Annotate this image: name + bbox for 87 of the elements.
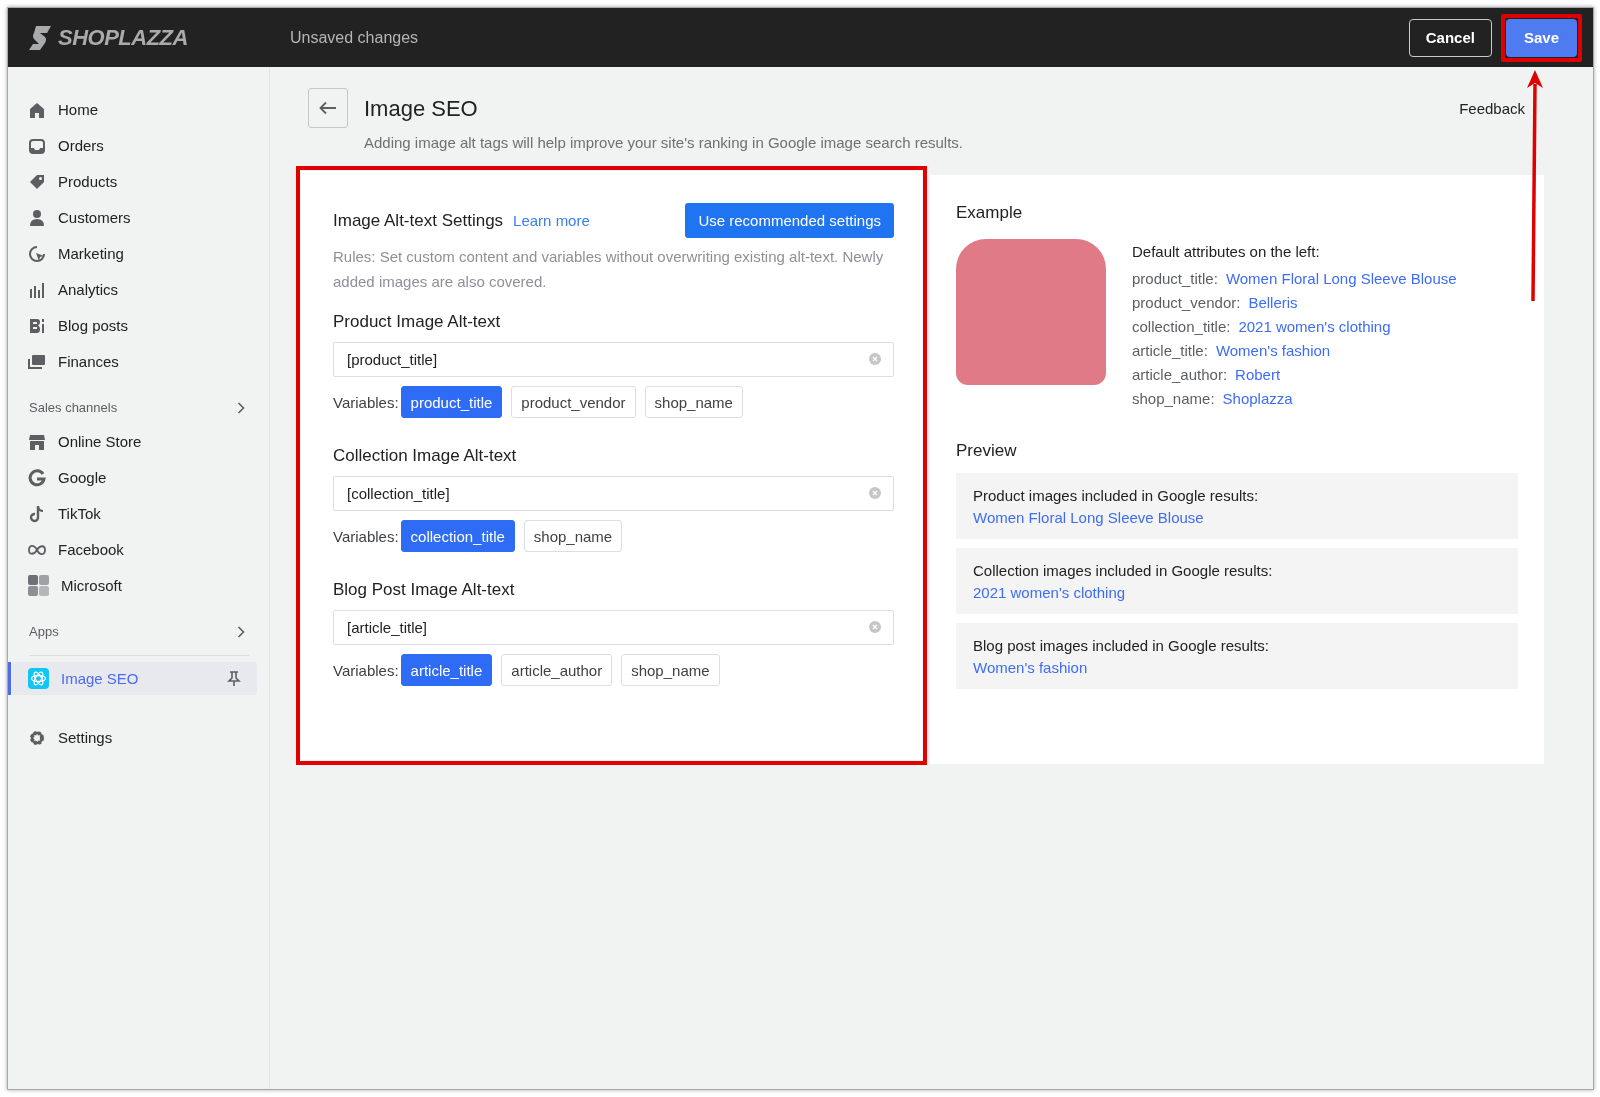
rules-text: Rules: Set custom content and variables without overwriting existing alt-text. Newly added images are also covered. xyxy=(333,247,885,292)
attribute-value: Shoplazza xyxy=(1222,390,1293,407)
attribute-value: Belleris xyxy=(1248,294,1298,311)
attribute-value: Women Floral Long Sleeve Blouse xyxy=(1225,270,1457,287)
brand-name: SHOPLAZZA xyxy=(58,24,188,51)
variables-label: Variables: xyxy=(333,393,399,411)
target-cursor-icon xyxy=(28,244,46,263)
nav-item[interactable]: Analytics xyxy=(8,273,257,306)
attribute-name: product_vendor: xyxy=(1132,294,1241,311)
page-subtitle: Adding image alt tags will help improve your site's ranking in Google image search results. xyxy=(364,134,964,151)
preview-value: Women Floral Long Sleeve Blouse xyxy=(973,508,1205,528)
page-title: Image SEO xyxy=(364,96,479,122)
variable-chip[interactable]: shop_name xyxy=(644,386,743,418)
preview-label: Blog post images included in Google results: xyxy=(973,636,1270,656)
chevron-right-icon xyxy=(237,401,245,414)
variable-chip[interactable]: article_author xyxy=(501,654,613,686)
cancel-button[interactable]: Cancel xyxy=(1408,18,1492,57)
recommended-settings-button[interactable]: Use recommended settings xyxy=(685,203,894,238)
nav-item[interactable]: Blog posts xyxy=(8,309,257,342)
attribute-value: Women's fashion xyxy=(1215,342,1331,359)
atom-app-icon xyxy=(28,668,49,689)
nav-item[interactable]: Home xyxy=(8,93,257,126)
attribute-name: article_author: xyxy=(1132,366,1228,383)
chevron-right-icon xyxy=(237,625,245,638)
nav-item[interactable]: Facebook xyxy=(8,533,257,566)
card-title: Image Alt-text Settings xyxy=(333,210,504,231)
nav-item[interactable]: TikTok xyxy=(8,497,257,530)
variable-chip[interactable]: shop_name xyxy=(621,654,720,686)
section-title: Example xyxy=(956,203,1024,223)
nav-item[interactable]: Customers xyxy=(8,201,257,234)
clear-icon xyxy=(869,487,881,499)
variable-chip[interactable]: product_title xyxy=(400,386,503,418)
bar-chart-icon xyxy=(28,280,46,299)
inbox-icon xyxy=(28,136,46,155)
learn-more-link[interactable]: Learn more xyxy=(513,212,590,229)
field-label: Collection Image Alt-text xyxy=(333,446,518,466)
letter-g-icon xyxy=(28,468,46,487)
section-heading: Sales channels xyxy=(29,400,118,415)
four-squares-icon xyxy=(28,575,49,596)
alt-text-field[interactable]: [collection_title] xyxy=(333,476,894,511)
back-button[interactable] xyxy=(308,88,348,128)
alt-text-field[interactable]: [article_title] xyxy=(333,610,894,645)
preview-label: Collection images included in Google results: xyxy=(973,561,1274,581)
clear-icon xyxy=(869,353,881,365)
person-icon xyxy=(28,208,46,227)
arrow-left-icon xyxy=(319,101,337,115)
nav-item[interactable]: Marketing xyxy=(8,237,257,270)
attribute-value: Robert xyxy=(1235,366,1281,383)
attribute-name: collection_title: xyxy=(1132,318,1231,335)
nav-item[interactable]: Orders xyxy=(8,129,257,162)
attribute-name: product_title: xyxy=(1132,270,1218,287)
field-label: Product Image Alt-text xyxy=(333,312,502,332)
finance-card-icon xyxy=(28,352,46,371)
attribute-name: article_title: xyxy=(1132,342,1208,359)
clear-icon xyxy=(869,621,881,633)
nav-item[interactable]: Microsoft xyxy=(8,569,257,602)
lightning-s-logo-icon xyxy=(28,24,52,51)
variables-label: Variables: xyxy=(333,661,399,679)
preview-label: Product images included in Google results: xyxy=(973,486,1260,506)
save-button[interactable]: Save xyxy=(1505,18,1577,57)
variable-chip[interactable]: product_vendor xyxy=(511,386,636,418)
music-note-icon xyxy=(28,504,46,523)
storefront-icon xyxy=(28,432,46,451)
section-heading: Apps xyxy=(29,624,59,639)
settings-icon xyxy=(28,728,46,747)
variable-chip[interactable]: shop_name xyxy=(523,520,623,552)
alt-text-field[interactable]: [product_title] xyxy=(333,342,894,377)
nav-item[interactable]: Online Store xyxy=(8,425,257,458)
attribute-name: shop_name: xyxy=(1132,390,1215,407)
nav-item[interactable]: Settings xyxy=(8,721,257,754)
attributes-title: Default attributes on the left: xyxy=(1132,243,1321,262)
preview-value: 2021 women's clothing xyxy=(973,583,1127,603)
variables-label: Variables: xyxy=(333,527,399,545)
field-label: Blog Post Image Alt-text xyxy=(333,580,516,600)
feedback-link[interactable]: Feedback xyxy=(1459,100,1525,117)
unsaved-status: Unsaved changes xyxy=(290,28,420,47)
tag-icon xyxy=(28,172,46,191)
section-title: Preview xyxy=(956,441,1018,461)
document-icon xyxy=(28,316,46,335)
nav-item[interactable]: Google xyxy=(8,461,257,494)
nav-item[interactable]: Finances xyxy=(8,345,257,378)
variable-chip[interactable]: article_title xyxy=(400,654,493,686)
attribute-value: 2021 women's clothing xyxy=(1238,318,1391,335)
nav-item[interactable]: Products xyxy=(8,165,257,198)
preview-value: Women's fashion xyxy=(973,658,1089,678)
home-icon xyxy=(28,100,46,119)
variable-chip[interactable]: collection_title xyxy=(400,520,515,552)
